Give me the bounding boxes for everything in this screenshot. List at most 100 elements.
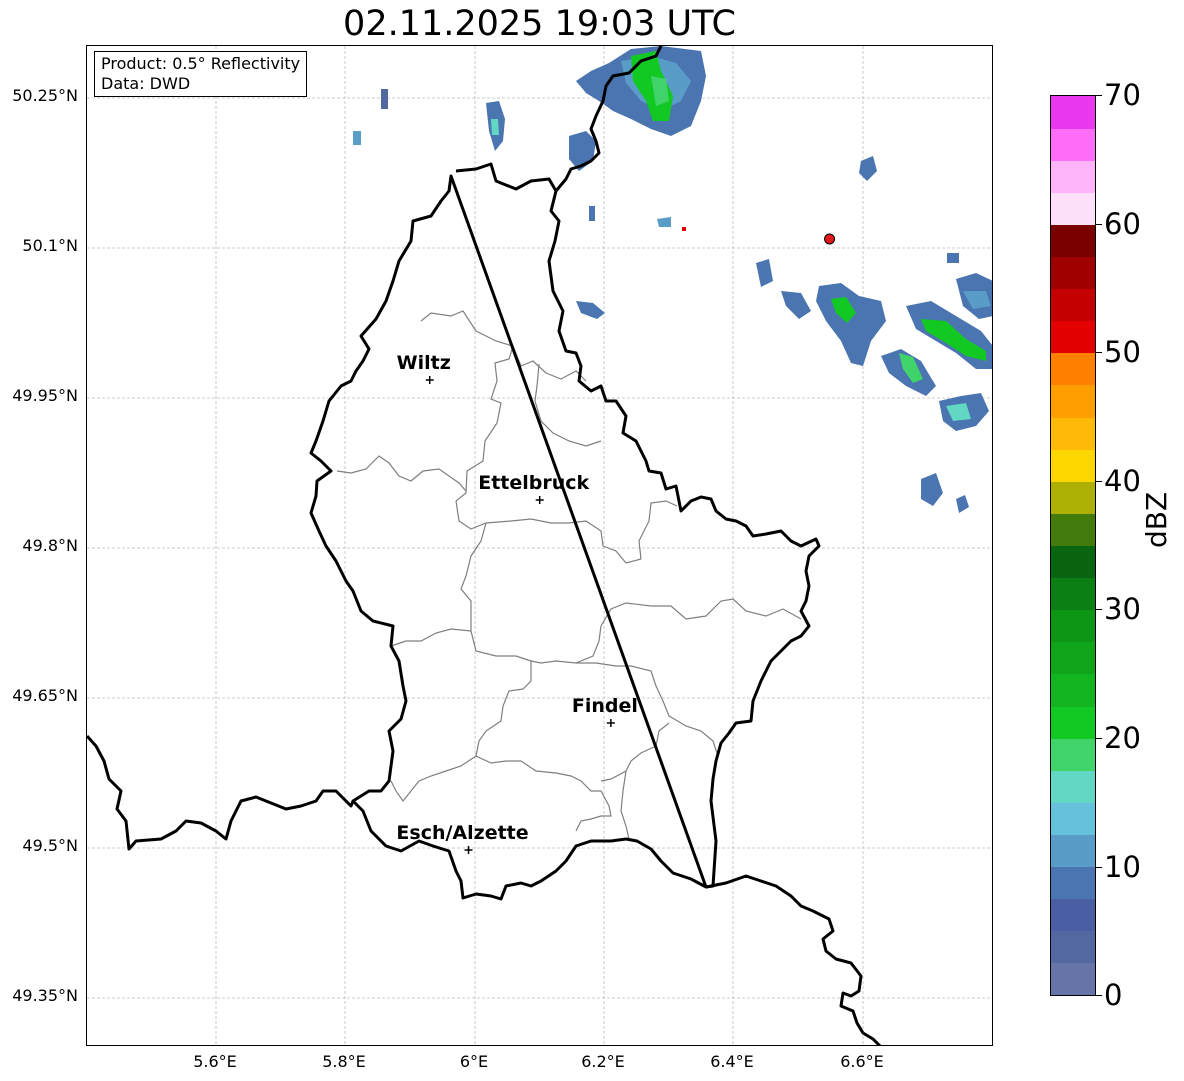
colorbar-segment: [1051, 673, 1095, 707]
colorbar-segment: [1051, 577, 1095, 611]
radar-echo: [956, 495, 969, 513]
colorbar-segment: [1051, 706, 1095, 739]
colorbar-tick: [1096, 738, 1102, 739]
city-marker: Wiltz: [397, 352, 451, 384]
colorbar-tick: [1096, 995, 1102, 996]
lat-label: 49.95°N: [12, 386, 78, 405]
luxembourg-border: [309, 174, 708, 901]
data-source-label: Data: DWD: [101, 74, 191, 93]
product-label: Product: 0.5° Reflectivity: [101, 54, 301, 73]
district-boundary: [475, 625, 602, 757]
radar-echo: [381, 89, 388, 109]
colorbar-segment: [1051, 545, 1095, 579]
lon-label: 5.8°E: [322, 1052, 366, 1071]
colorbar-tick-label: 10: [1104, 850, 1141, 884]
colorbar-segment: [1051, 128, 1095, 161]
lat-label: 50.25°N: [12, 86, 78, 105]
city-marker: Findel: [572, 695, 638, 727]
colorbar-tick: [1096, 609, 1102, 610]
colorbar-tick-label: 40: [1104, 464, 1141, 498]
colorbar-segment: [1051, 192, 1095, 225]
colorbar-segment: [1051, 962, 1095, 996]
district-boundaries: [336, 310, 802, 840]
colorbar-segment: [1051, 866, 1095, 900]
map-title: 02.11.2025 19:03 UTC: [343, 4, 736, 44]
colorbar-segment: [1051, 738, 1095, 771]
colorbar-segment: [1051, 609, 1095, 643]
colorbar-tick-label: 70: [1104, 78, 1141, 112]
colorbar-segment: [1051, 256, 1095, 290]
radar-echo: [491, 119, 499, 135]
city-markers: Wiltz Ettelbruck Findel Esch/Alzette: [396, 352, 638, 854]
radar-echo: [816, 283, 886, 366]
product-info-box: Product: 0.5° Reflectivity Data: DWD: [94, 51, 308, 97]
lat-label: 49.5°N: [22, 836, 78, 855]
gridlines: [87, 46, 992, 1045]
radar-echo: [657, 217, 671, 227]
colorbar-segment: [1051, 224, 1095, 258]
district-boundary: [638, 500, 678, 560]
city-marker: Ettelbruck: [478, 472, 590, 504]
colorbar-segment: [1051, 352, 1095, 386]
lon-label: 6.4°E: [710, 1052, 754, 1071]
radar-echo: [921, 473, 943, 506]
city-label: Ettelbruck: [478, 472, 589, 494]
colorbar-tick-label: 30: [1104, 592, 1141, 626]
district-boundary: [475, 755, 612, 832]
radar-echo: [682, 227, 686, 231]
lon-label: 5.6°E: [193, 1052, 237, 1071]
radar-echo: [947, 253, 959, 263]
district-boundary: [336, 455, 467, 492]
lat-label: 49.35°N: [12, 986, 78, 1005]
colorbar-tick: [1096, 352, 1102, 353]
colorbar-segment: [1051, 898, 1095, 932]
lat-label: 49.8°N: [22, 536, 78, 555]
lon-label: 6°E: [459, 1052, 489, 1071]
radar-echo: [353, 131, 361, 145]
colorbar-segment: [1051, 96, 1095, 129]
district-boundary: [390, 628, 472, 647]
colorbar-segment: [1051, 834, 1095, 868]
colorbar-tick: [1096, 867, 1102, 868]
radar-echo: [859, 156, 877, 181]
colorbar-segment: [1051, 930, 1095, 964]
radar-echoes: [353, 46, 992, 513]
colorbar-segment: [1051, 770, 1095, 803]
map-frame[interactable]: Wiltz Ettelbruck Findel Esch/Alzette: [86, 45, 993, 1046]
colorbar-segment: [1051, 160, 1095, 193]
radar-echo: [781, 291, 811, 319]
district-boundary: [600, 598, 802, 627]
district-boundary: [620, 770, 630, 840]
colorbar-segment: [1051, 513, 1095, 546]
lat-label: 50.1°N: [22, 236, 78, 255]
country-borders: [87, 46, 882, 1045]
colorbar-tick-label: 20: [1104, 721, 1141, 755]
colorbar-segment: [1051, 384, 1095, 418]
radar-echo: [589, 206, 595, 221]
colorbar-segment: [1051, 320, 1095, 354]
colorbar-tick-label: 60: [1104, 207, 1141, 241]
colorbar-tick: [1096, 224, 1102, 225]
colorbar-segment: [1051, 288, 1095, 322]
colorbar-segment: [1051, 802, 1095, 835]
colorbar-tick-label: 0: [1104, 978, 1123, 1012]
lon-label: 6.6°E: [840, 1052, 884, 1071]
lat-label: 49.65°N: [12, 686, 78, 705]
colorbar-segment: [1051, 449, 1095, 482]
belgium-france-border: [87, 734, 355, 851]
germany-france-border: [705, 874, 882, 1045]
city-label: Findel: [572, 695, 638, 717]
district-boundary: [390, 755, 477, 803]
radar-echo: [756, 259, 773, 287]
colorbar-tick: [1096, 95, 1102, 96]
colorbar-label: dBZ: [1140, 491, 1173, 548]
colorbar-segment: [1051, 481, 1095, 514]
lon-label: 6.2°E: [581, 1052, 625, 1071]
map-canvas: Wiltz Ettelbruck Findel Esch/Alzette: [87, 46, 992, 1045]
colorbar-tick-label: 50: [1104, 335, 1141, 369]
colorbar-segment: [1051, 641, 1095, 675]
city-label: Esch/Alzette: [396, 822, 528, 844]
colorbar-segment: [1051, 417, 1095, 450]
radar-echo: [576, 301, 605, 319]
colorbar: [1050, 95, 1096, 996]
